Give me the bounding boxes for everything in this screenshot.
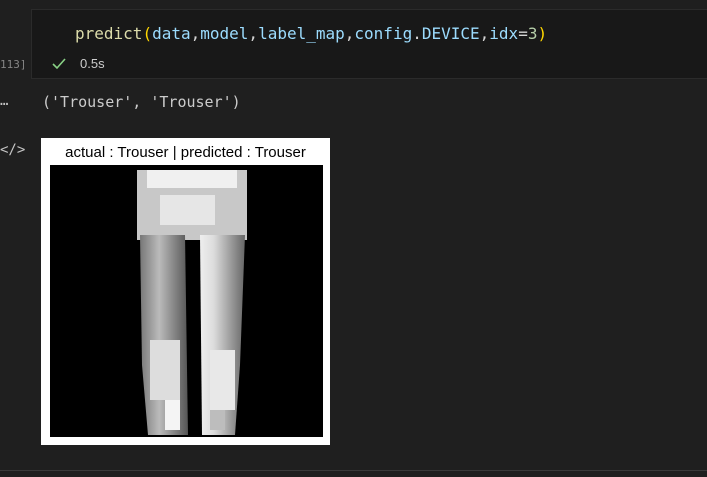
- output-figure: actual : Trouser | predicted : Trouser: [41, 138, 330, 445]
- output-code-icon[interactable]: </>: [0, 142, 25, 158]
- check-icon: [52, 57, 66, 69]
- close-paren: ): [537, 24, 548, 43]
- figure-title: actual : Trouser | predicted : Trouser: [65, 144, 306, 161]
- trouser-pixel-image: [137, 170, 247, 435]
- open-paren: (: [142, 24, 153, 43]
- function-name: predict: [75, 24, 143, 43]
- arg-device: DEVICE: [421, 24, 480, 43]
- arg-model: model: [200, 24, 249, 43]
- code-cell[interactable]: predict(data,model,label_map,config.DEVI…: [31, 9, 707, 79]
- output-more-icon[interactable]: …: [0, 93, 8, 109]
- execution-count: 113]: [0, 58, 27, 71]
- arg-config: config: [354, 24, 413, 43]
- arg-data: data: [152, 24, 191, 43]
- execution-time: 0.5s: [80, 56, 105, 71]
- arg-idx: idx: [489, 24, 519, 43]
- execution-status: 0.5s: [52, 56, 105, 71]
- cell-divider: [0, 470, 707, 471]
- output-text: ('Trouser', 'Trouser'): [42, 93, 241, 111]
- code-line[interactable]: predict(data,model,label_map,config.DEVI…: [75, 24, 547, 43]
- arg-label-map: label_map: [258, 24, 345, 43]
- trouser-image: [50, 165, 323, 437]
